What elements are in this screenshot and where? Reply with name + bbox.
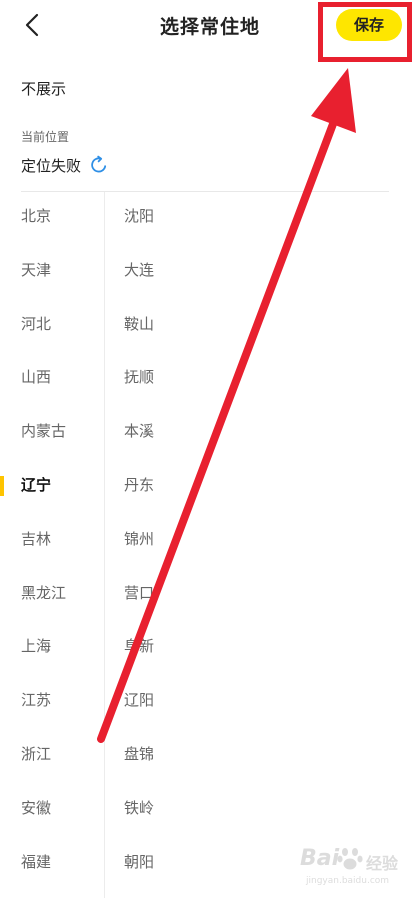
province-label: 福建 bbox=[21, 852, 52, 871]
province-label: 上海 bbox=[21, 637, 52, 656]
city-item[interactable]: 大连 bbox=[124, 244, 414, 298]
city-item[interactable]: 辽阳 bbox=[124, 674, 414, 728]
city-item[interactable]: 铁岭 bbox=[124, 782, 414, 836]
province-item[interactable]: 北京 bbox=[0, 190, 104, 244]
province-item[interactable]: 江苏 bbox=[0, 674, 104, 728]
location-status: 定位失败 bbox=[21, 156, 82, 175]
province-item[interactable]: 福建 bbox=[0, 836, 104, 890]
province-item[interactable]: 黑龙江 bbox=[0, 567, 104, 621]
province-item[interactable]: 上海 bbox=[0, 620, 104, 674]
province-label: 北京 bbox=[21, 207, 52, 225]
current-location-label: 当前位置 bbox=[21, 130, 70, 144]
province-item[interactable]: 浙江 bbox=[0, 728, 104, 782]
city-item[interactable]: 沈阳 bbox=[124, 190, 414, 244]
column-divider bbox=[104, 192, 105, 898]
province-label: 河北 bbox=[21, 314, 52, 333]
province-label: 辽宁 bbox=[21, 475, 52, 494]
province-item[interactable]: 吉林 bbox=[0, 513, 104, 567]
current-location-row: 定位失败 bbox=[21, 153, 109, 177]
no-display-option[interactable]: 不展示 bbox=[21, 78, 66, 99]
province-list: 北京天津河北山西内蒙古辽宁吉林黑龙江上海江苏浙江安徽福建 bbox=[0, 190, 104, 889]
city-item[interactable]: 朝阳 bbox=[124, 836, 414, 890]
province-label: 安徽 bbox=[21, 798, 52, 817]
top-bar: 选择常住地 保存 bbox=[0, 0, 420, 62]
province-item[interactable]: 安徽 bbox=[0, 782, 104, 836]
province-item[interactable]: 河北 bbox=[0, 298, 104, 352]
province-label: 天津 bbox=[21, 260, 52, 279]
city-item[interactable]: 阜新 bbox=[124, 620, 414, 674]
province-item[interactable]: 天津 bbox=[0, 244, 104, 298]
province-label: 山西 bbox=[21, 368, 52, 387]
city-item[interactable]: 丹东 bbox=[124, 459, 414, 513]
selected-indicator bbox=[0, 475, 4, 496]
province-label: 吉林 bbox=[21, 529, 52, 548]
city-item[interactable]: 本溪 bbox=[124, 405, 414, 459]
province-label: 黑龙江 bbox=[21, 583, 67, 602]
province-label: 内蒙古 bbox=[21, 422, 67, 441]
province-item[interactable]: 山西 bbox=[0, 351, 104, 405]
city-item[interactable]: 锦州 bbox=[124, 513, 414, 567]
city-item[interactable]: 营口 bbox=[124, 567, 414, 621]
save-button[interactable]: 保存 bbox=[336, 9, 402, 41]
province-item[interactable]: 辽宁 bbox=[0, 459, 104, 513]
province-label: 浙江 bbox=[21, 744, 52, 763]
city-item[interactable]: 鞍山 bbox=[124, 298, 414, 352]
province-item[interactable]: 内蒙古 bbox=[0, 405, 104, 459]
city-item[interactable]: 盘锦 bbox=[124, 728, 414, 782]
refresh-icon[interactable] bbox=[89, 155, 109, 175]
province-label: 江苏 bbox=[21, 691, 52, 710]
city-item[interactable]: 抚顺 bbox=[124, 351, 414, 405]
city-list: 沈阳 大连 鞍山 抚顺 本溪 丹东 锦州 营口 阜新 辽阳 盘锦 铁岭 朝阳 bbox=[124, 190, 414, 889]
